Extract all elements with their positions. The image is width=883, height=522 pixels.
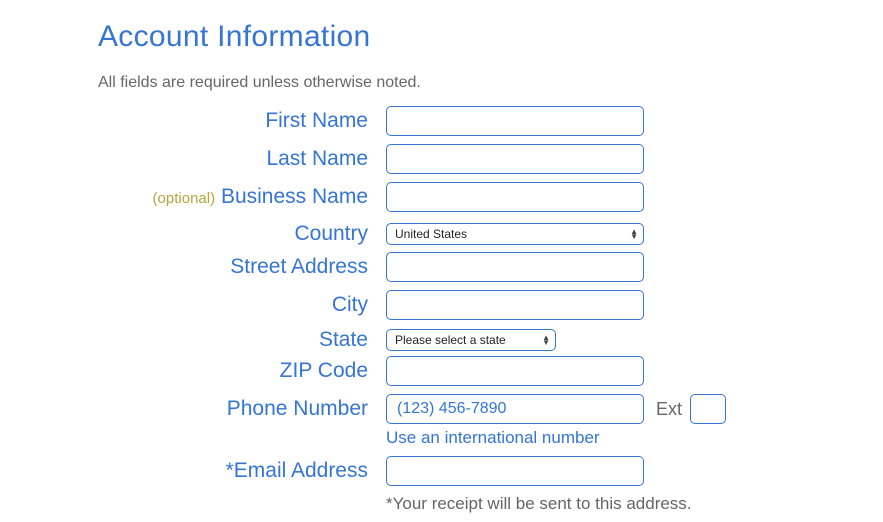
optional-tag: (optional) bbox=[153, 190, 216, 207]
zip-field[interactable] bbox=[386, 356, 644, 386]
zip-label: ZIP Code bbox=[98, 359, 386, 383]
last-name-field[interactable] bbox=[386, 144, 644, 174]
page-title: Account Information bbox=[98, 20, 883, 54]
city-field[interactable] bbox=[386, 290, 644, 320]
email-label: *Email Address bbox=[98, 459, 386, 483]
receipt-note: *Your receipt will be sent to this addre… bbox=[386, 494, 692, 514]
first-name-label: First Name bbox=[98, 109, 386, 133]
state-select[interactable]: Please select a state bbox=[386, 329, 556, 351]
phone-field[interactable] bbox=[386, 394, 644, 424]
ext-field[interactable] bbox=[690, 394, 726, 424]
country-label: Country bbox=[98, 220, 368, 248]
phone-label: Phone Number bbox=[98, 397, 386, 421]
ext-label: Ext bbox=[656, 399, 682, 420]
street-address-label: Street Address bbox=[98, 255, 386, 279]
business-name-field[interactable] bbox=[386, 182, 644, 212]
first-name-field[interactable] bbox=[386, 106, 644, 136]
country-select[interactable]: United States bbox=[386, 223, 644, 245]
state-label: State bbox=[98, 328, 386, 352]
required-fields-note: All fields are required unless otherwise… bbox=[98, 74, 883, 92]
city-label: City bbox=[98, 293, 386, 317]
last-name-label: Last Name bbox=[98, 147, 386, 171]
street-address-field[interactable] bbox=[386, 252, 644, 282]
business-name-label: Business Name bbox=[221, 185, 368, 208]
intl-number-link[interactable]: Use an international number bbox=[386, 428, 600, 448]
email-field[interactable] bbox=[386, 456, 644, 486]
